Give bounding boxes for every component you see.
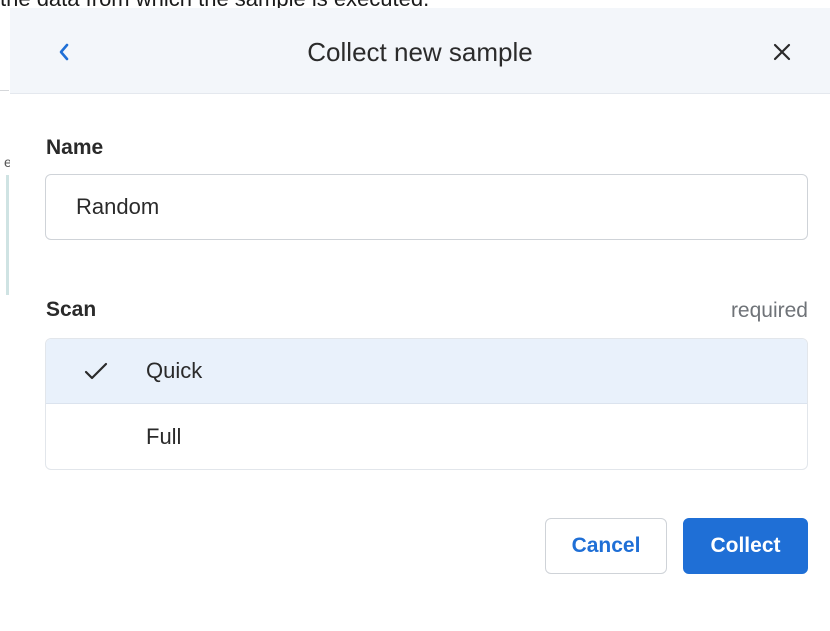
checkmark-icon [84,362,108,380]
background-accent-bar [6,175,9,295]
scan-option-label: Quick [146,358,203,383]
cancel-button[interactable]: Cancel [545,518,667,574]
close-button[interactable] [764,34,800,70]
name-input[interactable] [45,174,808,240]
scan-options-list: Quick Full [45,338,808,470]
scan-label: Scan [46,298,97,321]
collect-sample-dialog: Collect new sample Name Scan required Qu… [10,8,830,631]
required-indicator: required [730,299,808,322]
dialog-header: Collect new sample [10,8,830,94]
dialog-title: Collect new sample [307,37,533,67]
scan-option-full[interactable]: Full [46,404,807,469]
scan-option-label: Full [146,423,182,449]
collect-button[interactable]: Collect [683,518,808,574]
background-text-fragment: e [4,154,12,170]
background-divider [0,90,9,94]
scan-option-quick[interactable]: Quick [46,339,807,404]
close-icon [773,43,791,61]
name-label: Name [46,136,104,159]
